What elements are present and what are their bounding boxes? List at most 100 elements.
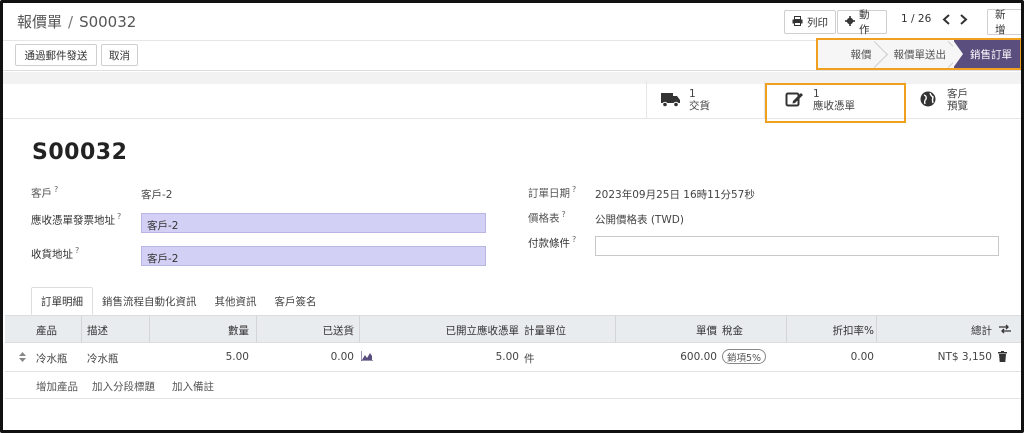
cancel-button[interactable]: 取消 (101, 44, 138, 66)
cell-product[interactable]: 冷水瓶 (36, 351, 68, 366)
order-title: S00032 (32, 140, 128, 165)
cell-delivered[interactable]: 0.00 (331, 351, 354, 363)
delivery-count: 1 (689, 88, 696, 100)
help-icon[interactable]: ? (75, 246, 79, 255)
new-button[interactable]: 新增 (987, 9, 1021, 36)
stage-sales-order[interactable]: 銷售訂單 (953, 40, 1020, 68)
forecast-chart-icon[interactable] (360, 351, 373, 364)
preview-line2: 預覽 (947, 100, 968, 112)
gear-icon (845, 15, 855, 29)
app-window: 報價單 / S00032 列印 動作 1 / 26 新增 通過郵件發送 取消 報… (0, 0, 1024, 433)
breadcrumb-current: S00032 (79, 13, 137, 31)
delivery-address-label-text: 收貨地址 (31, 248, 73, 261)
stage-label: 銷售訂單 (970, 48, 1012, 61)
order-date-value: 2023年09月25日 16時11分57秒 (595, 189, 755, 201)
col-delivered[interactable]: 已送貨 (323, 323, 355, 338)
globe-icon (919, 90, 939, 111)
order-lines-header: 產品 描述 數量 已送貨 已開立應收憑單 計量單位 單價 稅金 折扣率% 總計 (5, 315, 1021, 343)
stage-label: 報價單送出 (893, 48, 947, 61)
col-unit-price[interactable]: 單價 (696, 323, 717, 338)
delivery-address-field[interactable]: 客戶-2 (141, 246, 486, 266)
order-date-label-text: 訂單日期 (528, 187, 570, 200)
stage-quotation[interactable]: 報價 (843, 40, 880, 68)
help-icon[interactable]: ? (117, 212, 121, 221)
tab-automation-info[interactable]: 銷售流程自動化資訊 (93, 287, 206, 315)
column-divider (615, 316, 616, 342)
pricelist-label-text: 價格表 (528, 212, 560, 225)
pager-next-button[interactable] (955, 10, 971, 32)
column-divider (876, 316, 877, 342)
column-divider (359, 316, 360, 342)
cell-unit-price[interactable]: 600.00 (680, 351, 717, 363)
col-total[interactable]: 總計 (971, 323, 992, 338)
column-divider (256, 316, 257, 342)
drag-handle-icon[interactable] (19, 352, 26, 365)
control-panel: 報價單 / S00032 列印 動作 1 / 26 新增 (3, 3, 1021, 41)
action-label: 動作 (859, 9, 870, 36)
customer-preview-smart-button[interactable]: 客戶 預覽 (904, 81, 1021, 119)
notebook-tabs: 訂單明細 銷售流程自動化資訊 其他資訊 客戶簽名 (31, 287, 326, 315)
stage-label: 報價 (850, 48, 872, 61)
new-label: 新增 (995, 9, 1006, 36)
breadcrumb: 報價單 / S00032 (17, 11, 136, 32)
col-tax[interactable]: 稅金 (722, 323, 743, 338)
preview-line1: 客戶 (947, 88, 968, 100)
breadcrumb-parent[interactable]: 報價單 (17, 13, 62, 31)
table-row[interactable]: 冷水瓶 冷水瓶 5.00 0.00 5.00 件 600.00 銷項5% 0.0… (5, 343, 1021, 372)
invoice-highlight-box (765, 83, 906, 123)
print-button[interactable]: 列印 (784, 10, 836, 34)
cell-discount[interactable]: 0.00 (851, 351, 874, 363)
delivery-address-label: 收貨地址? (31, 246, 79, 262)
help-icon[interactable]: ? (54, 185, 58, 194)
customer-label-text: 客戶 (31, 187, 52, 200)
tax-badge[interactable]: 銷項5% (722, 349, 767, 364)
col-description[interactable]: 描述 (87, 323, 108, 338)
col-product[interactable]: 產品 (36, 323, 57, 338)
preview-text: 客戶 預覽 (947, 88, 968, 112)
delivery-smart-button[interactable]: 1 交貨 (646, 81, 764, 119)
delivery-label: 交貨 (689, 100, 710, 112)
order-date-label: 訂單日期? (528, 185, 576, 201)
pager-previous-button[interactable] (938, 10, 954, 32)
help-icon[interactable]: ? (572, 235, 576, 244)
cell-description[interactable]: 冷水瓶 (87, 351, 119, 366)
add-note-link[interactable]: 加入備註 (172, 379, 214, 394)
action-button[interactable]: 動作 (837, 9, 887, 36)
cell-quantity[interactable]: 5.00 (226, 351, 249, 363)
col-invoiced[interactable]: 已開立應收憑單 (446, 323, 520, 338)
tab-other-info[interactable]: 其他資訊 (206, 287, 266, 315)
chevron-left-icon (942, 14, 951, 28)
delivery-text: 1 交貨 (689, 88, 710, 112)
breadcrumb-separator: / (68, 13, 74, 31)
help-icon[interactable]: ? (572, 185, 576, 194)
stage-quotation-sent[interactable]: 報價單送出 (880, 40, 955, 68)
tab-customer-signature[interactable]: 客戶簽名 (266, 287, 326, 315)
cell-invoiced[interactable]: 5.00 (496, 351, 519, 363)
pricelist-label: 價格表? (528, 210, 566, 226)
add-line-row: 增加產品 加入分段標題 加入備註 (5, 372, 1021, 399)
payment-terms-label: 付款條件? (528, 235, 576, 251)
cancel-label: 取消 (109, 49, 130, 62)
col-uom[interactable]: 計量單位 (524, 323, 566, 338)
customer-value[interactable]: 客戶-2 (141, 187, 172, 202)
chevron-right-icon (959, 14, 968, 28)
invoice-address-label-text: 應收憑單發票地址 (31, 214, 115, 227)
trash-icon[interactable] (998, 351, 1007, 365)
tab-order-lines[interactable]: 訂單明細 (31, 287, 93, 315)
pager-value[interactable]: 1 / 26 (901, 13, 931, 25)
column-settings-icon[interactable] (999, 324, 1011, 337)
send-email-label: 通過郵件發送 (24, 49, 88, 62)
send-email-button[interactable]: 通過郵件發送 (15, 44, 97, 66)
col-discount[interactable]: 折扣率% (833, 323, 874, 338)
payment-terms-field[interactable] (595, 236, 999, 256)
add-product-link[interactable]: 增加產品 (36, 379, 78, 394)
invoice-address-field[interactable]: 客戶-2 (141, 213, 486, 233)
truck-icon (661, 90, 681, 111)
print-label: 列印 (807, 16, 828, 29)
pricelist-value[interactable]: 公開價格表 (TWD) (595, 212, 684, 227)
cell-total: NT$ 3,150 (937, 351, 992, 363)
col-quantity[interactable]: 數量 (228, 323, 249, 338)
add-section-link[interactable]: 加入分段標題 (92, 379, 155, 394)
cell-uom[interactable]: 件 (524, 351, 535, 366)
help-icon[interactable]: ? (562, 210, 566, 219)
